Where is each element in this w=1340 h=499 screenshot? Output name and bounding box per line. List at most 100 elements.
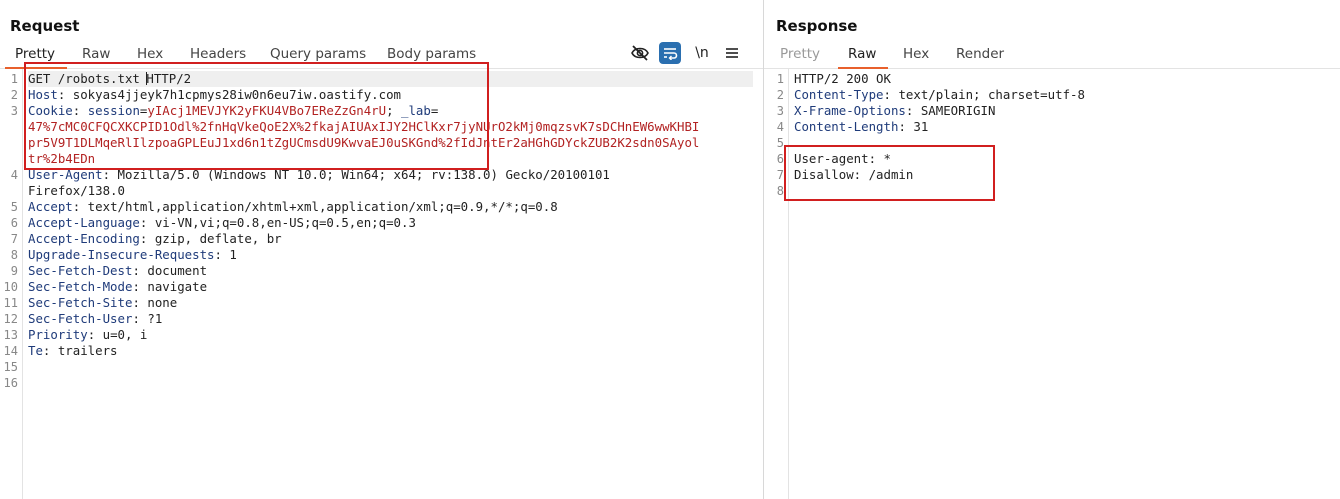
- response-body-line: Disallow: /admin: [794, 167, 914, 182]
- request-line: Accept-Encoding: gzip, deflate, br: [28, 231, 753, 247]
- header-value: : trailers: [42, 343, 118, 358]
- header-value: : 31: [898, 119, 929, 134]
- header-value: : SAMEORIGIN: [905, 103, 996, 118]
- cookie-name: session: [87, 103, 140, 118]
- tab-query-params[interactable]: Query params: [270, 46, 366, 62]
- eye-slash-icon[interactable]: [629, 42, 651, 64]
- request-title: Request: [10, 17, 80, 35]
- tab-hex[interactable]: Hex: [137, 46, 163, 62]
- header-name: Sec-Fetch-Dest: [28, 263, 133, 278]
- response-pane: Response Pretty Raw Hex Render 1 2 3 4 5…: [764, 0, 1340, 499]
- request-pane: Request Pretty Raw Hex Headers Query par…: [0, 0, 763, 499]
- response-line: HTTP/2 200 OK: [794, 71, 891, 86]
- header-value: : gzip, deflate, br: [139, 231, 282, 246]
- line-number: 16: [3, 376, 18, 390]
- header-value: : 1: [214, 247, 237, 262]
- line-number: 3: [10, 104, 18, 118]
- request-line-gutter: 1 2 3 4 5 6 7 8 9 10 11 12 13 14 15 16: [0, 69, 23, 499]
- header-name: Upgrade-Insecure-Requests: [28, 247, 215, 262]
- request-line: User-Agent: Mozilla/5.0 (Windows NT 10.0…: [28, 167, 753, 183]
- header-value: : document: [132, 263, 208, 278]
- request-line: Priority: u=0, i: [28, 327, 753, 343]
- header-value: : navigate: [132, 279, 208, 294]
- header-name: Sec-Fetch-User: [28, 311, 133, 326]
- header-name: Content-Length: [794, 119, 899, 134]
- request-line: Sec-Fetch-User: ?1: [28, 311, 753, 327]
- header-name: X-Frame-Options: [794, 103, 906, 118]
- line-number: 15: [3, 360, 18, 374]
- response-line: Content-Length: 31: [794, 119, 1330, 135]
- line-number: 5: [10, 200, 18, 214]
- line-number: 6: [10, 216, 18, 230]
- request-line: Sec-Fetch-Site: none: [28, 295, 753, 311]
- header-name: Sec-Fetch-Site: [28, 295, 133, 310]
- header-name: Accept: [28, 199, 73, 214]
- line-number: 10: [3, 280, 18, 294]
- request-line: Te: trailers: [28, 343, 753, 359]
- header-name: Content-Type: [794, 87, 884, 102]
- header-value: : ?1: [132, 311, 163, 326]
- header-name: Te: [28, 343, 43, 358]
- response-line-empty: [794, 183, 1330, 199]
- header-value: : vi-VN,vi;q=0.8,en-US;q=0.5,en;q=0.3: [139, 215, 416, 230]
- request-line: Sec-Fetch-Mode: navigate: [28, 279, 753, 295]
- header-separator: :: [72, 103, 88, 118]
- request-code[interactable]: GET /robots.txt HTTP/2 Host: sokyas4jjey…: [28, 71, 753, 359]
- response-body-line: User-agent: *: [794, 151, 891, 166]
- response-line-empty: [794, 135, 1330, 151]
- header-value: : u=0, i: [87, 327, 148, 342]
- request-line: Host: sokyas4jjeyk7h1cpmys28iw0n6eu7iw.o…: [28, 87, 753, 103]
- response-title: Response: [776, 17, 858, 35]
- newline-icon[interactable]: \n: [691, 42, 713, 64]
- response-line-gutter: 1 2 3 4 5 6 7 8: [764, 69, 789, 499]
- tab-pretty[interactable]: Pretty: [780, 46, 820, 62]
- line-number: 12: [3, 312, 18, 326]
- line-number: 8: [776, 184, 784, 198]
- header-value: : none: [132, 295, 178, 310]
- request-line: Sec-Fetch-Dest: document: [28, 263, 753, 279]
- header-value: : text/plain; charset=utf-8: [883, 87, 1085, 102]
- header-name: User-Agent: [28, 167, 103, 182]
- line-number: 9: [10, 264, 18, 278]
- request-toolbar: \n: [629, 42, 749, 64]
- line-number: 4: [776, 120, 784, 134]
- wrap-lines-icon[interactable]: [659, 42, 681, 64]
- header-name: Accept-Language: [28, 215, 140, 230]
- line-number: 2: [10, 88, 18, 102]
- request-line: GET /robots.txt HTTP/2: [28, 71, 753, 87]
- request-line: Upgrade-Insecure-Requests: 1: [28, 247, 753, 263]
- line-number: 4: [10, 168, 18, 182]
- tab-raw[interactable]: Raw: [837, 46, 889, 69]
- cookie-separator: ;: [386, 103, 402, 118]
- line-number: 1: [776, 72, 784, 86]
- line-number: 8: [10, 248, 18, 262]
- header-name: Priority: [28, 327, 88, 342]
- line-number: 7: [776, 168, 784, 182]
- request-line-text: HTTP/2: [146, 71, 192, 86]
- request-line: Cookie: session = yIAcj1MEVJYK2yFKU4VBo7ER…: [28, 103, 753, 119]
- line-number: 14: [3, 344, 18, 358]
- tab-hex[interactable]: Hex: [903, 46, 929, 62]
- response-line: X-Frame-Options: SAMEORIGIN: [794, 103, 1330, 119]
- line-number: 2: [776, 88, 784, 102]
- header-value-wrapped: Firefox/138.0: [28, 183, 125, 198]
- cookie-name: _lab: [401, 103, 431, 118]
- menu-icon[interactable]: [721, 42, 743, 64]
- response-tabs: Pretty Raw Hex Render: [764, 44, 1340, 69]
- response-editor[interactable]: 1 2 3 4 5 6 7 8 HTTP/2 200 OK Content-Ty…: [764, 69, 1340, 499]
- header-value: : Mozilla/5.0 (Windows NT 10.0; Win64; x…: [102, 167, 610, 182]
- request-editor[interactable]: 1 2 3 4 5 6 7 8 9 10 11 12 13 14 15 16 G…: [0, 69, 763, 499]
- cookie-value-wrapped: tr%2b4EDn: [28, 151, 96, 166]
- tab-headers[interactable]: Headers: [190, 46, 246, 62]
- header-name: Accept-Encoding: [28, 231, 140, 246]
- response-code[interactable]: HTTP/2 200 OK Content-Type: text/plain; …: [794, 71, 1330, 199]
- cookie-value-wrapped: pr5V9T1DLMqeRlIlzpoaGPLEuJ1xd6n1tZgUCmsd…: [28, 135, 700, 150]
- tab-raw[interactable]: Raw: [82, 46, 110, 62]
- line-number: 7: [10, 232, 18, 246]
- request-line: Accept: text/html,application/xhtml+xml,…: [28, 199, 753, 215]
- tab-pretty[interactable]: Pretty: [4, 46, 68, 69]
- line-number: 11: [3, 296, 18, 310]
- header-name: Cookie: [28, 103, 73, 118]
- tab-body-params[interactable]: Body params: [387, 46, 476, 62]
- tab-render[interactable]: Render: [956, 46, 1004, 62]
